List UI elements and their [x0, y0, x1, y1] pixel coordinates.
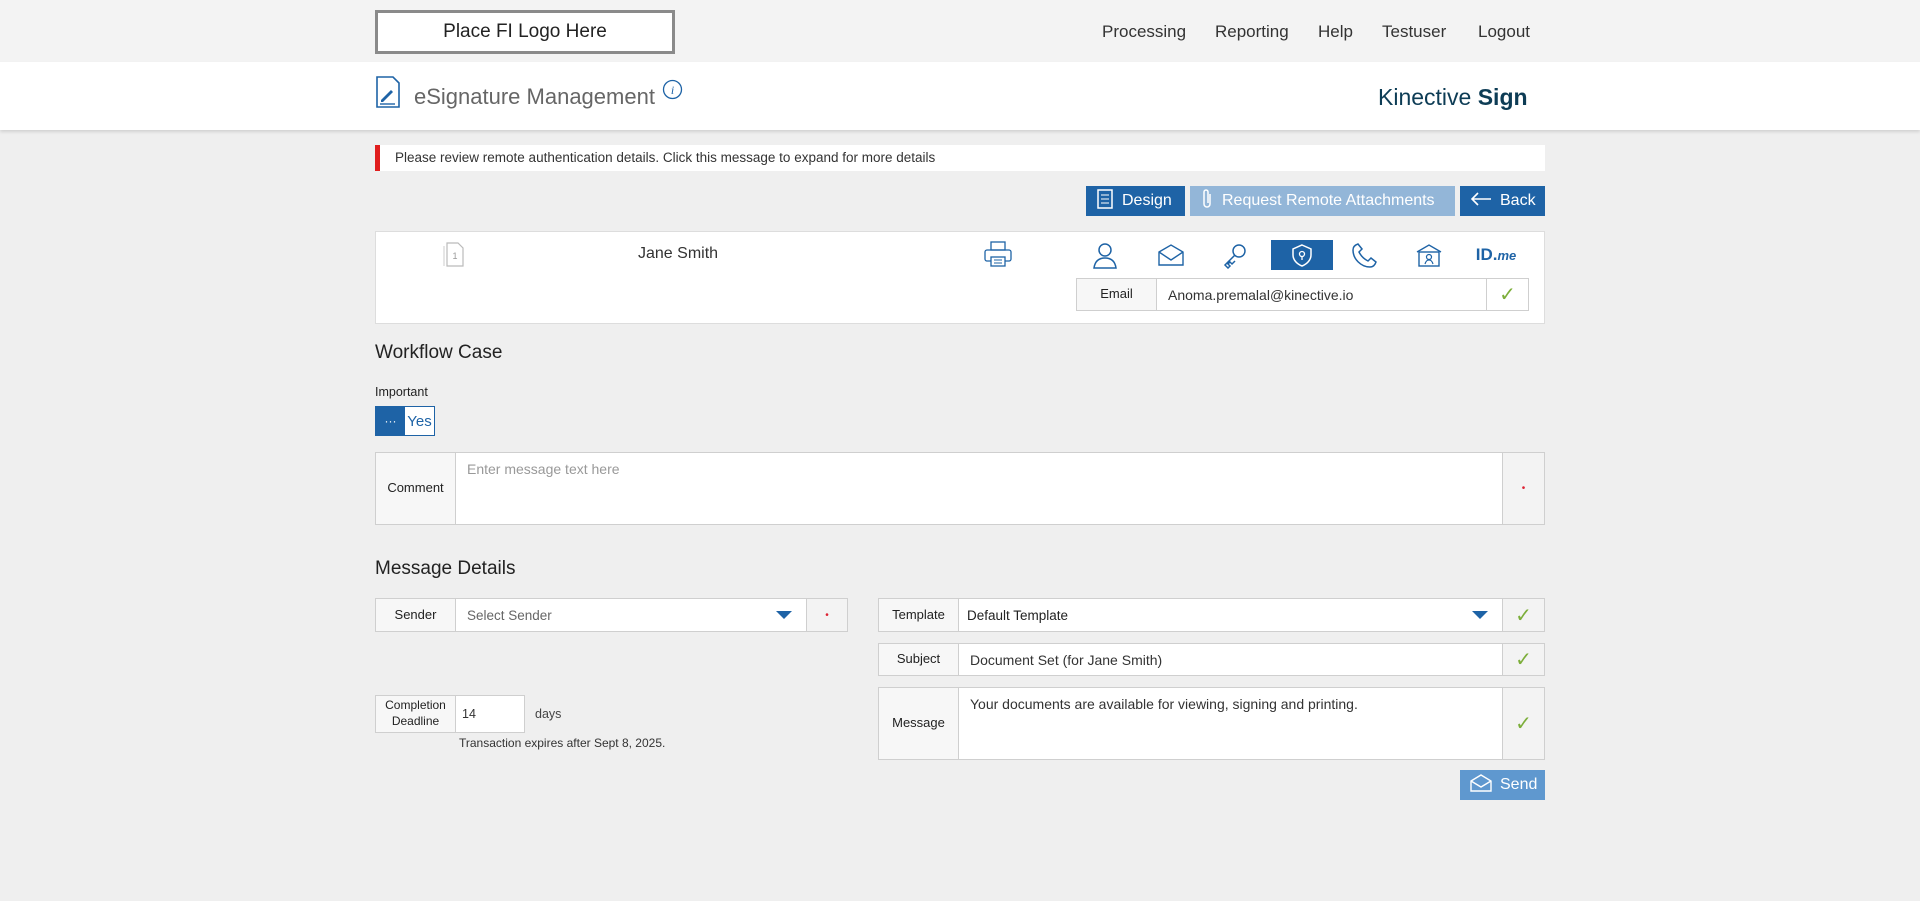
completion-deadline-field[interactable]: 14 — [456, 695, 525, 733]
days-label: days — [535, 707, 562, 721]
design-button[interactable]: Design — [1086, 186, 1185, 216]
send-envelope-icon — [1470, 773, 1492, 797]
comment-field[interactable]: Enter message text here — [456, 452, 1503, 525]
document-count-icon[interactable]: 1 — [442, 240, 466, 273]
nav-processing[interactable]: Processing — [1102, 22, 1186, 42]
page-title: eSignature Management — [414, 84, 655, 109]
template-value: Default Template — [967, 607, 1069, 623]
attachments-label: Request Remote Attachments — [1222, 192, 1435, 209]
subject-check-icon: ✓ — [1503, 643, 1545, 676]
arrow-left-icon — [1470, 191, 1492, 211]
back-label: Back — [1500, 192, 1536, 209]
send-label: Send — [1500, 776, 1538, 793]
envelope-icon[interactable] — [1140, 240, 1202, 270]
nav-reporting[interactable]: Reporting — [1215, 22, 1289, 42]
message-label: Message — [878, 687, 959, 760]
idme-logo-text: ID.me — [1475, 245, 1517, 264]
subject-label: Subject — [878, 643, 959, 676]
message-field[interactable]: Your documents are available for viewing… — [959, 687, 1503, 760]
svg-text:i: i — [671, 83, 674, 97]
subject-field[interactable]: Document Set (for Jane Smith) — [959, 643, 1503, 676]
comment-label: Comment — [375, 452, 456, 525]
document-count: 1 — [452, 251, 457, 261]
key-icon[interactable] — [1204, 240, 1266, 270]
auth-alert-banner[interactable]: Please review remote authentication deta… — [375, 145, 1545, 171]
sender-select[interactable]: Select Sender — [456, 598, 807, 632]
idme-logo[interactable]: ID.me — [1465, 240, 1527, 270]
workflow-case-heading: Workflow Case — [375, 342, 503, 363]
important-toggle[interactable]: ··· Yes — [375, 406, 435, 436]
esignature-document-icon — [375, 76, 401, 113]
person-icon[interactable] — [1074, 240, 1136, 270]
template-check-icon: ✓ — [1503, 598, 1545, 632]
nav-logout[interactable]: Logout — [1478, 22, 1530, 42]
completion-deadline-label: Completion Deadline — [375, 695, 456, 733]
page-header — [0, 62, 1920, 130]
shield-icon[interactable] — [1271, 240, 1333, 270]
alert-text: Please review remote authentication deta… — [395, 150, 936, 165]
toggle-knob: ··· — [376, 407, 405, 435]
request-remote-attachments-button[interactable]: Request Remote Attachments — [1190, 186, 1455, 216]
paperclip-icon — [1200, 188, 1214, 215]
chevron-down-icon — [1472, 611, 1488, 619]
nav-testuser[interactable]: Testuser — [1382, 22, 1446, 42]
message-details-heading: Message Details — [375, 558, 516, 579]
sender-required-indicator: • — [807, 598, 848, 632]
logo-placeholder: Place FI Logo Here — [375, 10, 675, 54]
recipient-name: Jane Smith — [638, 245, 719, 262]
email-label: Email — [1076, 278, 1157, 311]
printer-icon[interactable] — [983, 240, 1013, 273]
back-button[interactable]: Back — [1460, 186, 1545, 216]
chevron-down-icon — [776, 611, 792, 619]
email-check-icon: ✓ — [1487, 278, 1529, 311]
send-button[interactable]: Send — [1460, 770, 1545, 800]
top-bar — [0, 0, 1920, 62]
id-card-icon[interactable] — [1398, 240, 1460, 270]
brand-logo: Kinective Sign — [1378, 84, 1528, 111]
email-field[interactable]: Anoma.premalal@kinective.io — [1157, 278, 1487, 311]
template-label: Template — [878, 598, 959, 632]
comment-required-indicator: • — [1503, 452, 1545, 525]
sender-label: Sender — [375, 598, 456, 632]
brand-text: Kinective — [1378, 84, 1478, 110]
design-label: Design — [1122, 192, 1172, 209]
important-label: Important — [375, 385, 428, 399]
template-select[interactable]: Default Template — [959, 598, 1503, 632]
phone-icon[interactable] — [1334, 240, 1396, 270]
logo-placeholder-text: Place FI Logo Here — [443, 21, 607, 42]
nav-help[interactable]: Help — [1318, 22, 1353, 42]
sender-placeholder: Select Sender — [467, 607, 552, 623]
message-check-icon: ✓ — [1503, 687, 1545, 760]
design-icon — [1096, 188, 1114, 214]
brand-text-bold: Sign — [1477, 84, 1528, 110]
info-icon[interactable]: i — [662, 79, 683, 105]
expiration-note: Transaction expires after Sept 8, 2025. — [459, 736, 666, 750]
toggle-value: Yes — [407, 412, 432, 430]
